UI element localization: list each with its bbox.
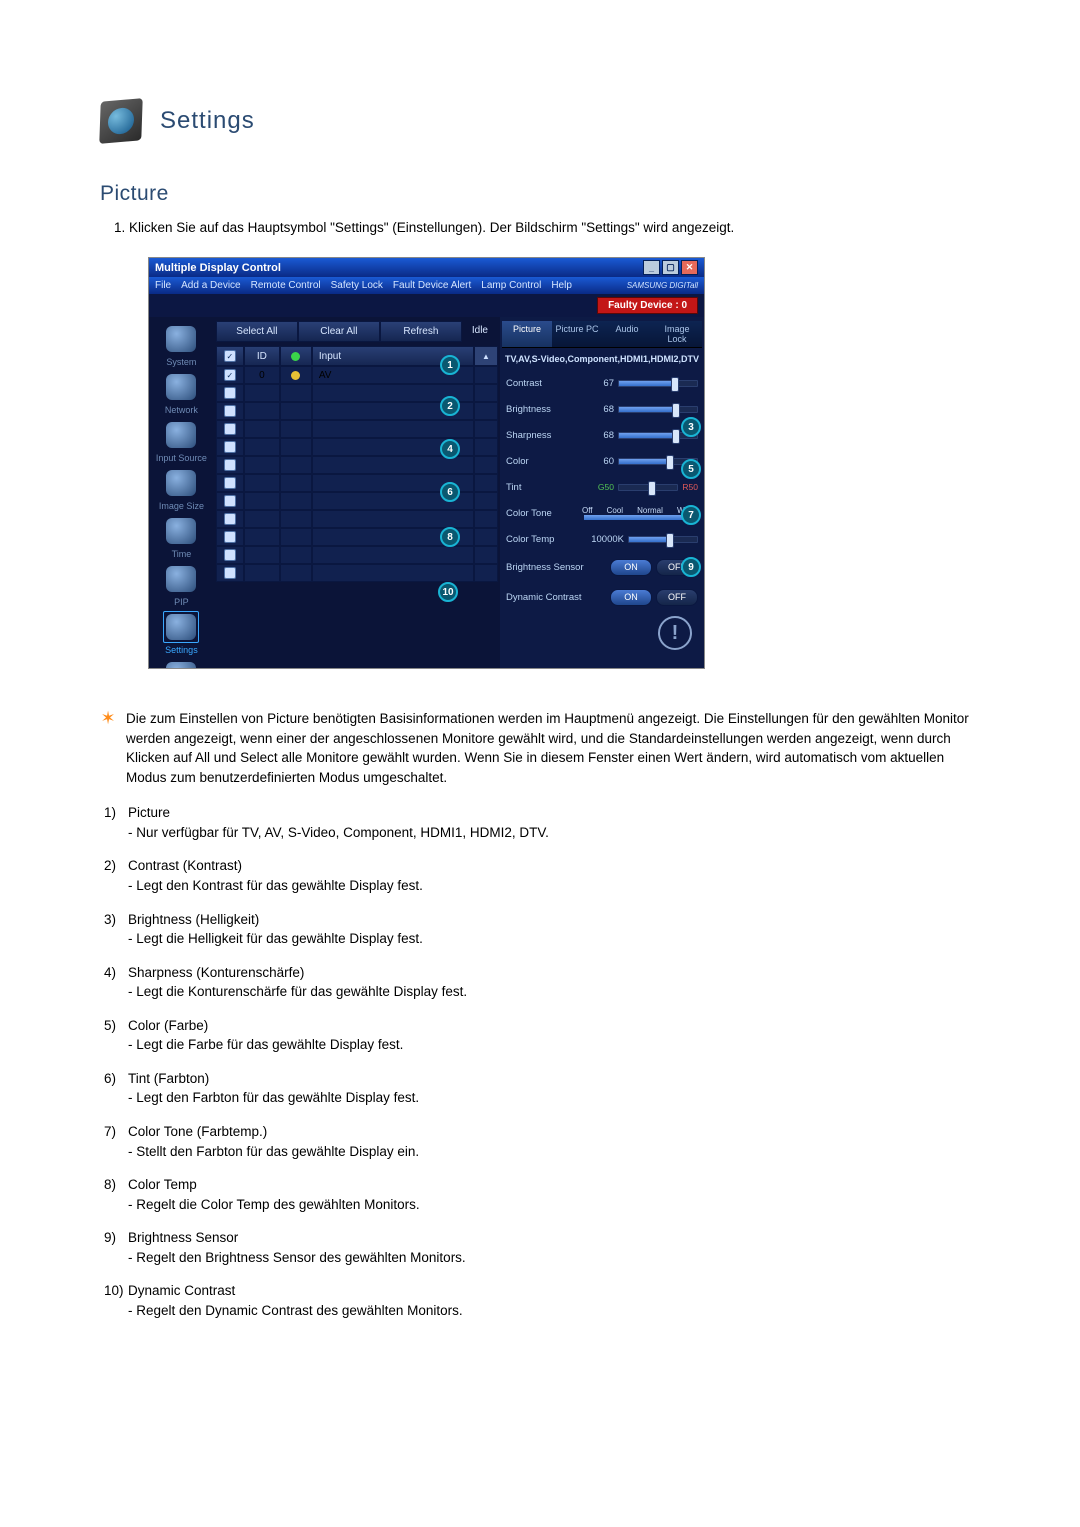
callout-6: 6 <box>440 482 460 502</box>
section-title: Picture <box>100 182 980 206</box>
callout-4: 4 <box>440 439 460 459</box>
color-tone-selector[interactable]: Color Tone Off Cool Normal Warm <box>502 500 702 526</box>
sidebar-item-system[interactable]: System <box>151 323 212 367</box>
menu-file[interactable]: File <box>155 280 171 291</box>
dynamic-contrast-toggle: Dynamic Contrast ON OFF <box>502 582 702 612</box>
tab-picture-pc[interactable]: Picture PC <box>552 321 602 348</box>
refresh-button[interactable]: Refresh <box>380 321 462 342</box>
slider-contrast[interactable]: Contrast 67 <box>502 370 702 396</box>
brightness-sensor-on[interactable]: ON <box>610 559 652 576</box>
menu-safety-lock[interactable]: Safety Lock <box>331 280 383 291</box>
callout-7: 7 <box>681 505 701 525</box>
callout-2: 2 <box>440 396 460 416</box>
menu-help[interactable]: Help <box>551 280 572 291</box>
sidebar-item-maintenance[interactable]: Maintenance <box>151 659 212 669</box>
col-status[interactable] <box>280 346 312 366</box>
settings-icon <box>99 98 142 144</box>
list-item: 1)Picture- Nur verfügbar für TV, AV, S-V… <box>104 803 980 842</box>
menu-fault-device-alert[interactable]: Fault Device Alert <box>393 280 471 291</box>
list-item: 8)Color Temp- Regelt die Color Temp des … <box>104 1175 980 1214</box>
list-item: 2)Contrast (Kontrast)- Legt den Kontrast… <box>104 856 980 895</box>
sidebar-item-pip[interactable]: PIP <box>151 563 212 607</box>
tab-image-lock[interactable]: Image Lock <box>652 321 702 348</box>
slider-sharpness[interactable]: Sharpness 68 <box>502 422 702 448</box>
callout-3: 3 <box>681 417 701 437</box>
sidebar-item-network[interactable]: Network <box>151 371 212 415</box>
idle-status: Idle <box>462 321 498 342</box>
menu-remote-control[interactable]: Remote Control <box>251 280 321 291</box>
dynamic-contrast-off[interactable]: OFF <box>656 589 698 606</box>
app-screenshot: Multiple Display Control _ ▢ ✕ File Add … <box>148 257 705 669</box>
device-table: ✓ ID Input ▲ ✓ 0 AV <box>216 346 498 582</box>
tab-audio[interactable]: Audio <box>602 321 652 348</box>
dynamic-contrast-on[interactable]: ON <box>610 589 652 606</box>
sidebar: System Network Input Source Image Size T… <box>149 317 214 669</box>
col-id: ID <box>244 346 280 366</box>
brightness-sensor-toggle: Brightness Sensor ON OFF <box>502 552 702 582</box>
menu-add-device[interactable]: Add a Device <box>181 280 240 291</box>
status-dot-icon <box>291 371 300 380</box>
list-item: 4)Sharpness (Konturenschärfe)- Legt die … <box>104 963 980 1002</box>
sidebar-item-settings[interactable]: Settings <box>151 611 212 655</box>
callout-1: 1 <box>440 355 460 375</box>
slider-color[interactable]: Color 60 <box>502 448 702 474</box>
intro-text: 1. Klicken Sie auf das Hauptsymbol "Sett… <box>114 220 980 235</box>
tab-picture[interactable]: Picture <box>502 321 552 348</box>
availability-text: TV,AV,S-Video,Component,HDMI1,HDMI2,DTV <box>502 350 702 370</box>
minimize-icon[interactable]: _ <box>643 260 660 275</box>
close-icon[interactable]: ✕ <box>681 260 698 275</box>
brand-label: SAMSUNG DIGITall <box>627 281 698 290</box>
sidebar-item-time[interactable]: Time <box>151 515 212 559</box>
scroll-up-icon[interactable]: ▲ <box>474 346 498 366</box>
page-heading: Settings <box>160 107 255 135</box>
star-icon: ✶ <box>100 709 116 787</box>
callout-10: 10 <box>438 582 458 602</box>
sidebar-item-input-source[interactable]: Input Source <box>151 419 212 463</box>
select-all-button[interactable]: Select All <box>216 321 298 342</box>
callout-8: 8 <box>440 527 460 547</box>
sidebar-item-image-size[interactable]: Image Size <box>151 467 212 511</box>
list-item: 3)Brightness (Helligkeit)- Legt die Hell… <box>104 910 980 949</box>
list-item: 9)Brightness Sensor- Regelt den Brightne… <box>104 1228 980 1267</box>
maximize-icon[interactable]: ▢ <box>662 260 679 275</box>
slider-brightness[interactable]: Brightness 68 <box>502 396 702 422</box>
faulty-device-badge: Faulty Device : 0 <box>597 297 698 314</box>
slider-tint[interactable]: Tint G50 R50 <box>502 474 702 500</box>
window-title: Multiple Display Control <box>155 262 281 274</box>
warning-icon: ! <box>658 616 692 650</box>
note-block: ✶ Die zum Einstellen von Picture benötig… <box>100 709 980 787</box>
clear-all-button[interactable]: Clear All <box>298 321 380 342</box>
col-check[interactable]: ✓ <box>216 346 244 366</box>
list-item: 7)Color Tone (Farbtemp.)- Stellt den Far… <box>104 1122 980 1161</box>
callout-9: 9 <box>681 557 701 577</box>
list-item: 10)Dynamic Contrast- Regelt den Dynamic … <box>104 1281 980 1320</box>
row-checkbox[interactable]: ✓ <box>224 369 236 381</box>
slider-color-temp[interactable]: Color Temp 10000K <box>502 526 702 552</box>
list-item: 6)Tint (Farbton)- Legt den Farbton für d… <box>104 1069 980 1108</box>
menu-lamp-control[interactable]: Lamp Control <box>481 280 541 291</box>
callout-5: 5 <box>681 459 701 479</box>
list-item: 5)Color (Farbe)- Legt die Farbe für das … <box>104 1016 980 1055</box>
